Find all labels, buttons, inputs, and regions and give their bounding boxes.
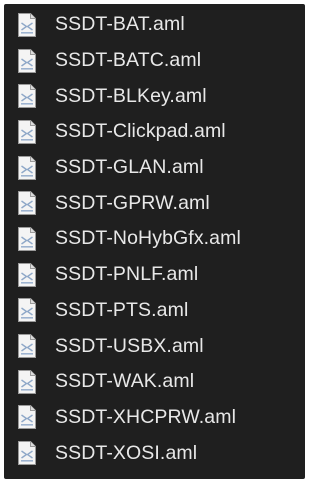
file-name: SSDT-XHCPRW.aml: [55, 405, 236, 428]
file-name: SSDT-GLAN.aml: [55, 156, 204, 179]
file-list-item[interactable]: SSDT-XHCPRW.aml: [4, 400, 305, 436]
document-icon: [18, 262, 36, 287]
file-list-item[interactable]: SSDT-Clickpad.aml: [4, 114, 305, 150]
file-list-item[interactable]: SSDT-BATC.aml: [4, 43, 305, 79]
file-list-item[interactable]: SSDT-NoHybGfx.aml: [4, 221, 305, 257]
document-icon: [18, 48, 36, 73]
file-list-item[interactable]: SSDT-GPRW.aml: [4, 185, 305, 221]
file-list-item[interactable]: SSDT-GLAN.aml: [4, 150, 305, 186]
file-name: SSDT-BATC.aml: [55, 49, 202, 72]
file-list-panel: SSDT-BAT.aml SSDT-BATC.aml SSDT-BLKey.am…: [4, 4, 305, 479]
file-list: SSDT-BAT.aml SSDT-BATC.aml SSDT-BLKey.am…: [4, 7, 305, 471]
file-name: SSDT-BLKey.aml: [55, 84, 207, 107]
document-icon: [18, 119, 36, 144]
file-name: SSDT-WAK.aml: [55, 370, 195, 393]
document-icon: [18, 369, 36, 394]
file-name: SSDT-Clickpad.aml: [55, 120, 226, 143]
document-icon: [18, 298, 36, 323]
document-icon: [18, 155, 36, 180]
file-list-item[interactable]: SSDT-USBX.aml: [4, 328, 305, 364]
file-name: SSDT-BAT.aml: [55, 13, 185, 36]
document-icon: [18, 84, 36, 109]
file-name: SSDT-NoHybGfx.aml: [55, 227, 241, 250]
document-icon: [18, 405, 36, 430]
file-list-item[interactable]: SSDT-BLKey.aml: [4, 78, 305, 114]
document-icon: [18, 226, 36, 251]
document-icon: [18, 441, 36, 466]
document-icon: [18, 334, 36, 359]
file-name: SSDT-XOSI.aml: [55, 441, 198, 464]
file-name: SSDT-GPRW.aml: [55, 191, 210, 214]
file-list-item[interactable]: SSDT-WAK.aml: [4, 364, 305, 400]
file-list-item[interactable]: SSDT-XOSI.aml: [4, 435, 305, 471]
file-name: SSDT-PTS.aml: [55, 298, 189, 321]
document-icon: [18, 191, 36, 216]
file-list-item[interactable]: SSDT-PTS.aml: [4, 293, 305, 329]
document-icon: [18, 12, 36, 37]
file-list-item[interactable]: SSDT-BAT.aml: [4, 7, 305, 43]
file-list-item[interactable]: SSDT-PNLF.aml: [4, 257, 305, 293]
file-name: SSDT-USBX.aml: [55, 334, 204, 357]
file-name: SSDT-PNLF.aml: [55, 263, 199, 286]
